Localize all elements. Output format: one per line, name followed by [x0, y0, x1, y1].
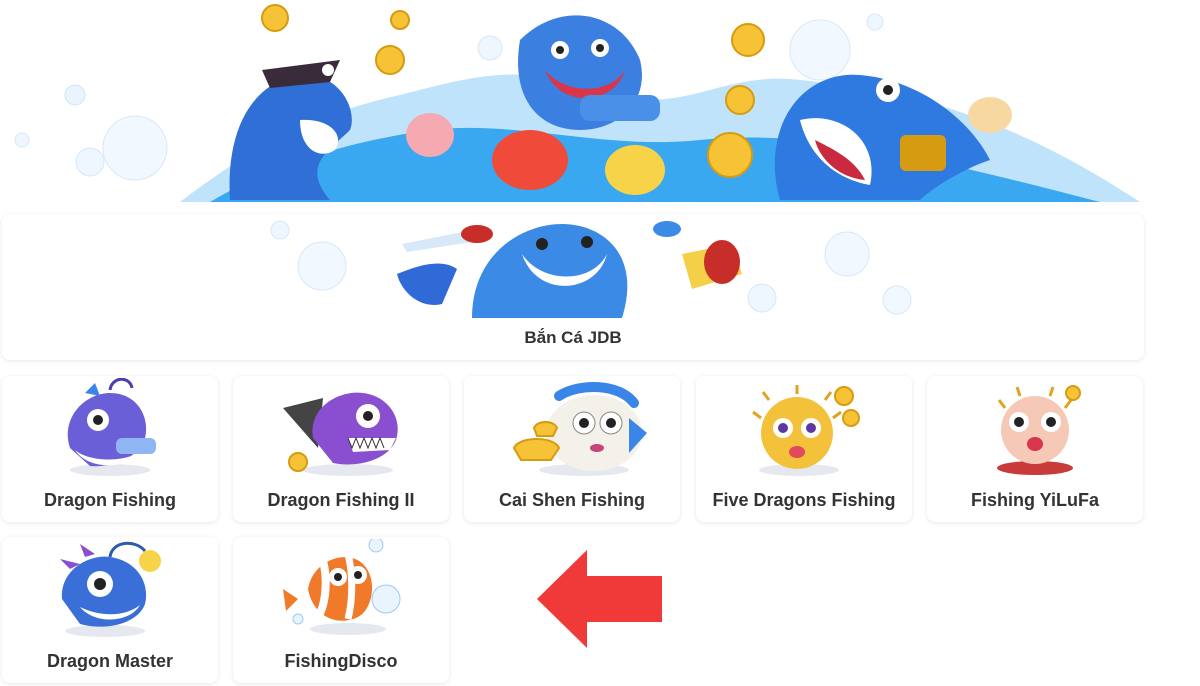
game-title: Dragon Master — [46, 651, 174, 671]
shark-rockets-icon — [270, 220, 912, 318]
game-card-fishing-yilufa[interactable]: Fishing YiLuFa — [927, 376, 1143, 522]
game-title: Dragon Fishing — [44, 490, 176, 510]
game-title: Five Dragons Fishing — [712, 490, 896, 510]
hero-banner-illustration — [0, 0, 1200, 202]
hero-sharks-icon — [14, 4, 1140, 202]
red-left-arrow-icon — [537, 550, 663, 653]
game-title: Cai Shen Fishing — [498, 490, 645, 510]
game-title: Fishing YiLuFa — [970, 490, 1099, 510]
game-card-fishingdisco[interactable]: FishingDisco — [233, 537, 449, 683]
game-card-ban-ca-jdb[interactable]: Bắn Cá JDB — [2, 214, 1144, 360]
pufferfish-gold-icon — [512, 382, 647, 476]
blue-anglerfish-icon — [60, 541, 161, 637]
game-card-dragon-fishing[interactable]: Dragon Fishing — [2, 376, 218, 522]
yellow-pufferfish-icon — [752, 385, 860, 476]
game-card-five-dragons-fishing[interactable]: Five Dragons Fishing — [696, 376, 912, 522]
pink-pufferfish-icon — [997, 385, 1081, 475]
game-title: Dragon Fishing II — [267, 490, 415, 510]
banner-title: Bắn Cá JDB — [524, 328, 622, 347]
purple-anglerfish-icon — [283, 392, 398, 476]
clownfish-icon — [283, 539, 401, 635]
anglerfish-cannon-icon — [67, 378, 156, 476]
game-card-dragon-master[interactable]: Dragon Master — [2, 537, 218, 683]
game-title: FishingDisco — [284, 651, 398, 671]
game-card-cai-shen-fishing[interactable]: Cai Shen Fishing — [464, 376, 680, 522]
game-card-dragon-fishing-ii[interactable]: Dragon Fishing II — [233, 376, 449, 522]
